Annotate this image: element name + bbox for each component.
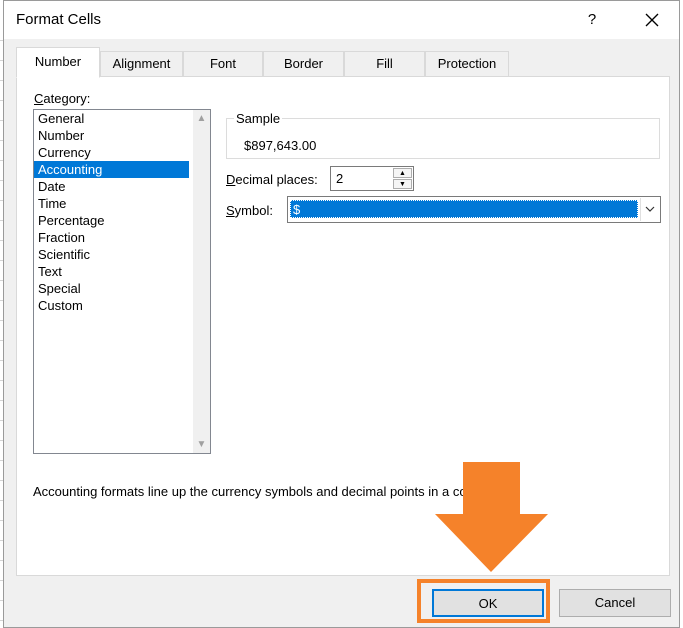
list-item[interactable]: Date (34, 178, 189, 195)
title-bar: Format Cells ? (4, 1, 679, 39)
list-item[interactable]: Currency (34, 144, 189, 161)
dialog-title: Format Cells (16, 11, 102, 28)
spin-down-icon[interactable]: ▼ (393, 179, 412, 189)
category-description: Accounting formats line up the currency … (33, 484, 471, 499)
tab-fill[interactable]: Fill (344, 51, 425, 77)
list-item-selected[interactable]: Accounting (34, 161, 189, 178)
list-item[interactable]: Percentage (34, 212, 189, 229)
sample-label: Sample (234, 111, 283, 126)
scroll-up-icon[interactable]: ▲ (193, 110, 210, 127)
arrow-down-icon (435, 462, 548, 572)
decimal-places-value[interactable]: 2 (336, 171, 343, 186)
list-item[interactable]: Custom (34, 297, 189, 314)
category-label: Category: (34, 91, 91, 106)
spin-up-icon[interactable]: ▲ (393, 168, 412, 178)
list-item[interactable]: General (34, 110, 189, 127)
sample-value: $897,643.00 (244, 138, 317, 153)
chevron-down-icon[interactable] (640, 198, 659, 221)
close-button[interactable] (637, 7, 667, 33)
ok-highlight-box (417, 579, 550, 623)
tab-font[interactable]: Font (183, 51, 263, 77)
list-item[interactable]: Time (34, 195, 189, 212)
tab-border[interactable]: Border (263, 51, 344, 77)
tab-alignment[interactable]: Alignment (100, 51, 183, 77)
category-scrollbar[interactable]: ▲ ▼ (193, 110, 210, 453)
cancel-button[interactable]: Cancel (559, 589, 671, 617)
list-item[interactable]: Scientific (34, 246, 189, 263)
help-button[interactable]: ? (577, 7, 607, 33)
decimal-places-label: Decimal places: (226, 172, 318, 187)
list-item[interactable]: Fraction (34, 229, 189, 246)
tab-number[interactable]: Number (16, 47, 100, 78)
list-item[interactable]: Number (34, 127, 189, 144)
category-listbox[interactable]: General Number Currency Accounting Date … (33, 109, 211, 454)
scroll-down-icon[interactable]: ▼ (193, 436, 210, 453)
decimal-places-stepper[interactable]: 2 ▲ ▼ (330, 166, 414, 191)
number-tab-panel: Category: General Number Currency Accoun… (16, 76, 670, 576)
close-icon (645, 13, 659, 27)
symbol-value[interactable]: $ (290, 200, 638, 218)
format-cells-dialog: Format Cells ? Number Alignment Font Bor… (3, 0, 680, 628)
symbol-label: Symbol: (226, 203, 273, 218)
tab-protection[interactable]: Protection (425, 51, 509, 77)
symbol-dropdown[interactable]: $ (287, 196, 661, 223)
list-item[interactable]: Text (34, 263, 189, 280)
list-item[interactable]: Special (34, 280, 189, 297)
